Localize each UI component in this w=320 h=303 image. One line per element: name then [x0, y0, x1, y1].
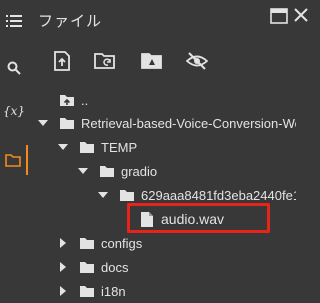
search-button[interactable]	[0, 53, 28, 83]
close-icon[interactable]	[294, 8, 308, 22]
hide-files-button[interactable]	[184, 50, 210, 72]
panel-title: ファイル	[38, 13, 103, 30]
mount-drive-icon	[141, 53, 162, 69]
tree-row-label: gradio	[121, 163, 158, 179]
upload-file-button[interactable]	[49, 50, 75, 72]
files-panel: ファイル .. Retrieval-based-Voice-Conversion…	[28, 0, 316, 303]
refresh-folder-button[interactable]	[92, 50, 118, 72]
left-sidebar: {x}	[0, 0, 28, 303]
folder-icon	[78, 283, 96, 299]
chevron-down-icon[interactable]	[58, 142, 68, 152]
tree-row-label: Retrieval-based-Voice-Conversion-WebUI	[81, 115, 296, 131]
folder-icon	[78, 235, 96, 251]
refresh-folder-icon	[94, 53, 115, 69]
variables-button[interactable]: {x}	[0, 96, 28, 126]
tree-row-label: configs	[101, 235, 143, 251]
folder-icon	[118, 187, 136, 203]
chevron-down-icon[interactable]	[98, 190, 108, 200]
tree-row-label: TEMP	[101, 139, 138, 155]
folder-icon	[98, 163, 116, 179]
chevron-right-icon[interactable]	[58, 262, 68, 272]
tree-row-folder[interactable]: gradio	[28, 159, 316, 183]
tree-row-folder[interactable]: configs	[28, 231, 316, 255]
tree-row-folder[interactable]: i18n	[28, 279, 316, 303]
files-button[interactable]	[0, 145, 28, 175]
tree-row-folder[interactable]: docs	[28, 255, 316, 279]
tree-row-label: ..	[81, 92, 89, 108]
chevron-right-icon[interactable]	[58, 286, 68, 296]
tree-row-label: docs	[101, 259, 129, 275]
upload-file-icon	[54, 51, 70, 71]
tree-row-folder[interactable]: Retrieval-based-Voice-Conversion-WebUI	[28, 111, 316, 135]
new-window-icon[interactable]	[270, 8, 288, 24]
table-of-contents-button[interactable]	[0, 6, 28, 36]
list-icon	[6, 15, 22, 27]
hide-files-icon	[186, 52, 208, 70]
tree-row-label: 629aaa8481fd3eba2440fe1b0d7b9dd6a53b2c7a	[141, 187, 296, 203]
folder-icon	[78, 259, 96, 275]
mount-drive-button[interactable]	[139, 50, 165, 72]
folder-icon	[78, 139, 96, 155]
selection-highlight-box	[127, 203, 270, 233]
search-icon	[7, 61, 21, 75]
chevron-right-icon[interactable]	[58, 238, 68, 248]
chevron-down-icon[interactable]	[38, 118, 48, 128]
tree-row-label: i18n	[101, 283, 126, 299]
variables-icon: {x}	[2, 104, 26, 118]
chevron-down-icon[interactable]	[78, 166, 88, 176]
tree-row-parent[interactable]: ..	[28, 88, 316, 112]
folder-icon	[5, 153, 21, 167]
folder-up-icon	[58, 92, 76, 108]
tree-row-folder[interactable]: TEMP	[28, 135, 316, 159]
folder-icon	[58, 115, 76, 131]
